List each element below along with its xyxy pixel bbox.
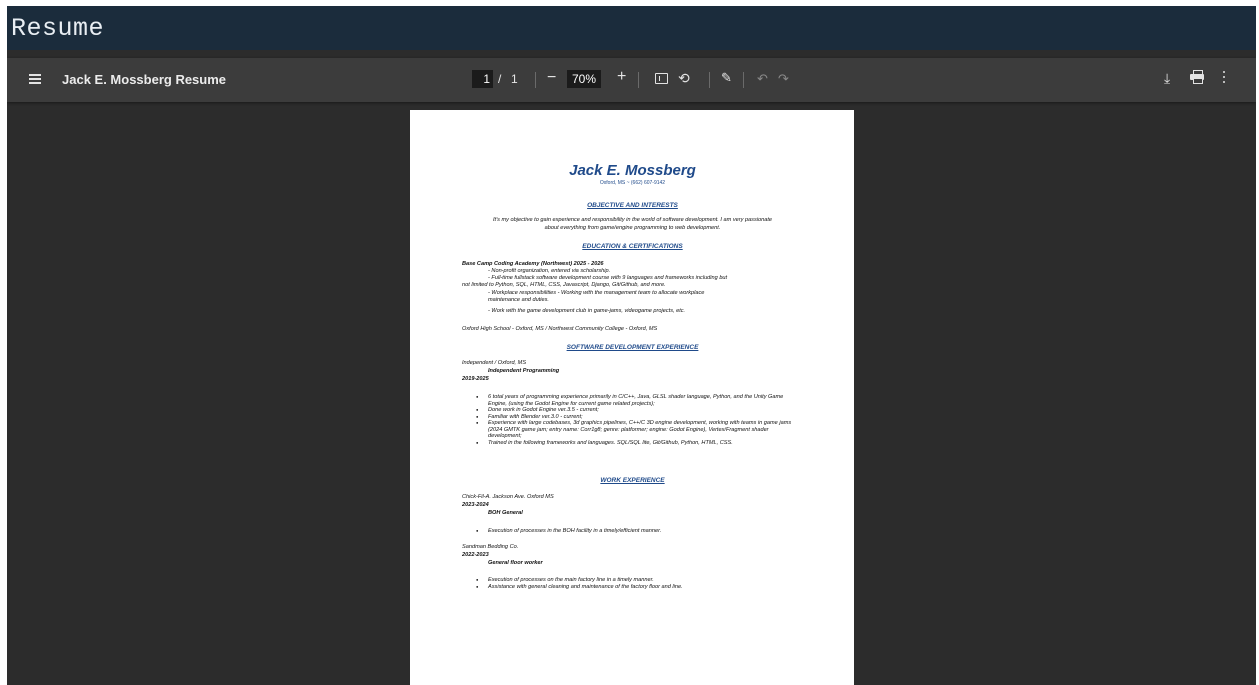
page-total: 1 [511, 72, 518, 86]
browser-frame: Resume Jack E. Mossberg Resume 1 / 1 − 7… [7, 6, 1256, 685]
software-location: Independent / Oxford, MS [462, 360, 527, 366]
objective-heading: OBJECTIVE AND INTERESTS [587, 202, 678, 209]
resume-name: Jack E. Mossberg [569, 162, 696, 179]
print-icon[interactable] [1190, 70, 1204, 84]
pdf-toolbar: Jack E. Mossberg Resume 1 / 1 − 70% + ⟲ … [7, 58, 1256, 102]
education-other: Oxford High School - Oxford, MS / Northw… [462, 326, 658, 332]
annotate-icon[interactable]: ✎ [721, 70, 732, 86]
toolbar-controls: 1 / 1 − 70% + ⟲ ✎ ↶ ↷ [472, 68, 792, 91]
pdf-page: Jack E. Mossberg Oxford, MS ~ (662) 607-… [410, 110, 854, 685]
work-heading: WORK EXPERIENCE [600, 477, 665, 484]
redo-icon[interactable]: ↷ [778, 71, 789, 87]
job1-place: Chick-Fil-A. Jackson Ave. Oxford MS [462, 494, 554, 500]
page-separator: / [498, 72, 502, 86]
job2-title: General floor worker [488, 560, 543, 566]
rotate-icon[interactable]: ⟲ [678, 70, 690, 87]
resume-contact: Oxford, MS ~ (662) 607-9142 [599, 180, 666, 186]
job2-years: 2022-2023 [462, 552, 489, 558]
zoom-level-input[interactable]: 70% [567, 70, 601, 88]
education-school: Base Camp Coding Academy (Northwest) 202… [462, 261, 604, 267]
undo-icon[interactable]: ↶ [757, 71, 768, 87]
toolbar-divider [638, 72, 639, 88]
software-bullets: 6 total years of programming experience … [474, 394, 793, 446]
list-item: Experience with large codebases, 3d grap… [474, 420, 793, 440]
job1-bullets: Execution of processes in the BOH facili… [474, 528, 793, 535]
toolbar-divider [709, 72, 710, 88]
menu-icon[interactable] [29, 72, 43, 86]
education-line: maintenance and duties. [488, 297, 549, 303]
list-item: Trained in the following frameworks and … [474, 440, 793, 447]
site-title: Resume [11, 14, 105, 43]
software-heading: SOFTWARE DEVELOPMENT EXPERIENCE [566, 344, 699, 351]
fit-page-icon[interactable] [655, 73, 668, 84]
job2-bullets: Execution of processes on the main facto… [474, 577, 793, 590]
page-number-input[interactable]: 1 [472, 70, 493, 88]
pdf-viewer[interactable]: Jack E. Mossberg Resume 1 / 1 − 70% + ⟲ … [7, 50, 1256, 685]
objective-text: It's my objective to gain experience and… [492, 217, 773, 231]
zoom-out-button[interactable]: − [547, 69, 556, 87]
education-line: - Work with the game development club in… [488, 308, 686, 314]
software-title: Independent Programming [488, 368, 560, 374]
education-line: - Full-time fullstack software developme… [488, 275, 728, 281]
zoom-in-button[interactable]: + [617, 68, 626, 86]
list-item: Assistance with general cleaning and mai… [474, 584, 793, 591]
education-line: - Workplace responsibilities - Working w… [488, 290, 705, 296]
document-title: Jack E. Mossberg Resume [62, 72, 227, 87]
education-heading: EDUCATION & CERTIFICATIONS [582, 243, 683, 250]
job1-title: BOH General [488, 510, 523, 516]
education-line: - Non-profit organization, entered via s… [488, 268, 611, 274]
site-header: Resume [7, 6, 1256, 50]
job1-years: 2023-2024 [462, 502, 489, 508]
list-item: 6 total years of programming experience … [474, 394, 793, 407]
list-item: Execution of processes in the BOH facili… [474, 528, 793, 535]
more-options-icon[interactable] [1222, 70, 1226, 84]
job2-place: Sandman Bedding Co. [462, 544, 519, 550]
software-years: 2019-2025 [462, 376, 489, 382]
download-icon[interactable]: ⤓ [1164, 70, 1170, 87]
toolbar-divider [535, 72, 536, 88]
education-line: not limited to Python, SQL, HTML, CSS, J… [462, 282, 666, 288]
toolbar-divider [743, 72, 744, 88]
